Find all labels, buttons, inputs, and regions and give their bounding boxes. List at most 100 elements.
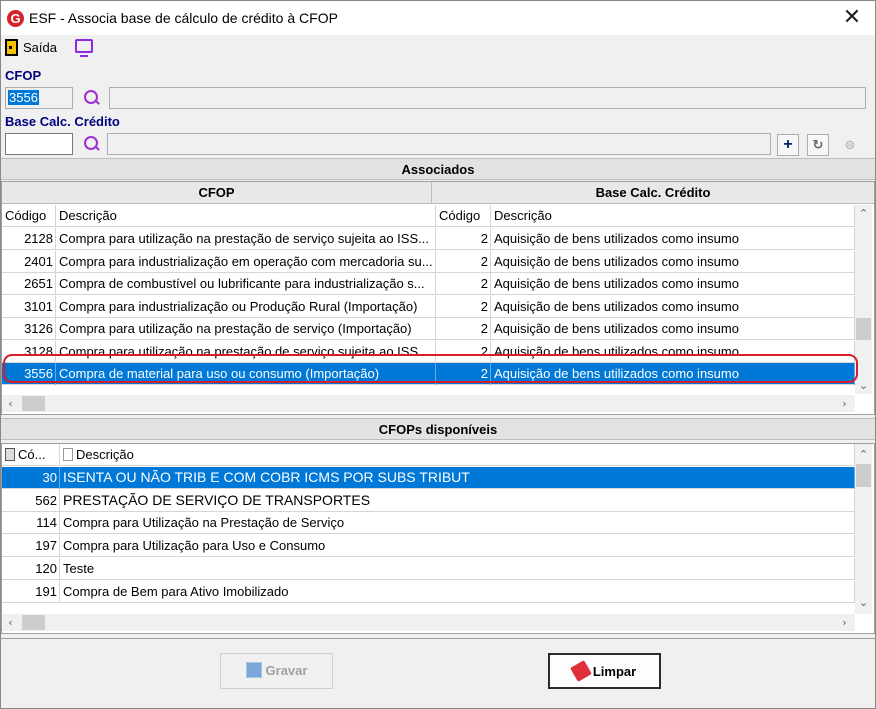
code-cell: 30 bbox=[2, 467, 60, 489]
base-description-cell: Aquisição de bens utilizados como insumo bbox=[491, 363, 855, 385]
code-cell: 191 bbox=[2, 580, 60, 603]
eraser-icon bbox=[569, 660, 592, 682]
cfop-description-cell: Compra para industrialização em operação… bbox=[56, 250, 436, 273]
scroll-thumb[interactable] bbox=[856, 464, 871, 487]
add-button[interactable]: + bbox=[777, 134, 799, 156]
scroll-thumb-horizontal[interactable] bbox=[22, 615, 45, 630]
associados-vertical-scrollbar[interactable]: ⌃ ⌄ bbox=[855, 205, 872, 394]
clear-button[interactable]: Limpar bbox=[548, 653, 661, 689]
cfop-description-field bbox=[109, 87, 866, 109]
description-cell: Compra de Bem para Ativo Imobilizado bbox=[60, 580, 855, 603]
cfop-code-cell: 2128 bbox=[2, 228, 56, 250]
description-cell: Compra para Utilização para Uso e Consum… bbox=[60, 535, 855, 558]
disponiveis-table-row[interactable]: 120 Teste bbox=[2, 557, 855, 580]
clear-filter-icon: ⊜ bbox=[844, 137, 856, 152]
col-header-code[interactable]: Có... bbox=[2, 444, 60, 466]
col-header-base-description[interactable]: Descrição bbox=[491, 205, 855, 227]
cfop-description-cell: Compra para utilização na prestação de s… bbox=[56, 340, 436, 363]
code-cell: 114 bbox=[2, 512, 60, 535]
save-icon bbox=[245, 662, 262, 678]
disponiveis-table-row[interactable]: 114 Compra para Utilização na Prestação d… bbox=[2, 512, 855, 535]
refresh-icon[interactable]: ↻ bbox=[807, 134, 829, 156]
base-description-cell: Aquisição de bens utilizados como insumo bbox=[491, 340, 855, 363]
associados-table-row[interactable]: 2128 Compra para utilização na prestação … bbox=[2, 228, 855, 250]
app-window: G ESF - Associa base de cálculo de crédi… bbox=[0, 0, 876, 709]
disponiveis-table-row[interactable]: 30 ISENTA OU NÃO TRIB E COM COBR ICMS POR… bbox=[2, 467, 855, 489]
disponiveis-grid: Có... Descrição 30 ISENTA OU NÃO TRIB E C… bbox=[1, 443, 875, 634]
disponiveis-table-row[interactable]: 197 Compra para Utilização para Uso e Con… bbox=[2, 535, 855, 558]
cfop-code-cell: 3128 bbox=[2, 340, 56, 363]
disponiveis-horizontal-scrollbar[interactable]: ‹ › bbox=[2, 614, 855, 631]
cfop-code-input[interactable]: 3556 bbox=[5, 87, 73, 109]
disponiveis-table-row[interactable]: 191 Compra de Bem para Ativo Imobilizado bbox=[2, 580, 855, 603]
close-icon[interactable]: ✕ bbox=[837, 3, 867, 33]
cfop-description-cell: Compra de material para uso ou consumo (… bbox=[56, 363, 436, 385]
associados-horizontal-scrollbar[interactable]: ‹ › bbox=[2, 395, 855, 412]
associados-table-row[interactable]: 3101 Compra para industrialização ou Prod… bbox=[2, 295, 855, 318]
col-header-cfop-description[interactable]: Descrição bbox=[56, 205, 436, 227]
description-cell: PRESTAÇÃO DE SERVIÇO DE TRANSPORTES bbox=[60, 489, 855, 512]
cfop-search-icon[interactable] bbox=[83, 89, 101, 107]
scroll-left-icon[interactable]: ‹ bbox=[2, 614, 19, 631]
associados-table-row[interactable]: 2401 Compra para industrialização em oper… bbox=[2, 250, 855, 273]
base-description-cell: Aquisição de bens utilizados como insumo bbox=[491, 318, 855, 340]
scroll-down-icon[interactable]: ⌄ bbox=[855, 377, 872, 394]
description-cell: Compra para Utilização na Prestação de S… bbox=[60, 512, 855, 535]
associados-table-row[interactable]: 3556 Compra de material para uso ou consu… bbox=[2, 363, 855, 385]
associados-table-row[interactable]: 3128 Compra para utilização na prestação … bbox=[2, 340, 855, 363]
scroll-up-icon[interactable]: ⌃ bbox=[855, 205, 872, 222]
scroll-left-icon[interactable]: ‹ bbox=[2, 395, 19, 412]
window-title: ESF - Associa base de cálculo de crédito… bbox=[29, 10, 338, 26]
base-code-cell: 2 bbox=[436, 228, 491, 250]
scroll-up-icon[interactable]: ⌃ bbox=[855, 446, 872, 463]
base-description-cell: Aquisição de bens utilizados como insumo bbox=[491, 273, 855, 295]
code-cell: 120 bbox=[2, 557, 60, 580]
cfop-description-cell: Compra para industrialização ou Produção… bbox=[56, 295, 436, 318]
cfop-code-cell: 3101 bbox=[2, 295, 56, 318]
base-calc-search-icon[interactable] bbox=[83, 135, 101, 153]
exit-door-icon[interactable] bbox=[5, 39, 18, 56]
toolbar: Saída bbox=[1, 35, 875, 61]
base-code-cell: 2 bbox=[436, 273, 491, 295]
associados-header: Associados bbox=[1, 158, 875, 180]
app-logo-icon: G bbox=[7, 10, 24, 27]
cfop-description-cell: Compra para utilização na prestação de s… bbox=[56, 318, 436, 340]
base-code-cell: 2 bbox=[436, 318, 491, 340]
description-cell: Teste bbox=[60, 557, 855, 580]
scroll-right-icon[interactable]: › bbox=[836, 395, 853, 412]
disponiveis-header: CFOPs disponíveis bbox=[1, 418, 875, 440]
disponiveis-vertical-scrollbar[interactable]: ⌃ ⌄ bbox=[855, 444, 872, 614]
cfop-description-cell: Compra de combustível ou lubrificante pa… bbox=[56, 273, 436, 295]
exit-button[interactable]: Saída bbox=[23, 40, 57, 55]
col-header-base-code[interactable]: Código bbox=[436, 205, 491, 227]
associados-table-row[interactable]: 2651 Compra de combustível ou lubrificant… bbox=[2, 273, 855, 295]
col-header-cfop-code[interactable]: Código bbox=[2, 205, 56, 227]
title-bar: G ESF - Associa base de cálculo de crédi… bbox=[1, 1, 875, 35]
base-description-cell: Aquisição de bens utilizados como insumo bbox=[491, 295, 855, 318]
associados-grid: CFOP Base Calc. Crédito Código Descrição… bbox=[1, 181, 875, 415]
cfop-code-cell: 3126 bbox=[2, 318, 56, 340]
scroll-thumb[interactable] bbox=[856, 318, 871, 340]
scroll-down-icon[interactable]: ⌄ bbox=[855, 594, 872, 611]
base-description-cell: Aquisição de bens utilizados como insumo bbox=[491, 228, 855, 250]
disponiveis-table-row[interactable]: 562 PRESTAÇÃO DE SERVIÇO DE TRANSPORTES bbox=[2, 489, 855, 512]
code-cell: 197 bbox=[2, 535, 60, 558]
scroll-thumb-horizontal[interactable] bbox=[22, 396, 45, 411]
base-code-cell: 2 bbox=[436, 340, 491, 363]
associados-table-row[interactable]: 3126 Compra para utilização na prestação … bbox=[2, 318, 855, 340]
scroll-right-icon[interactable]: › bbox=[836, 614, 853, 631]
monitor-icon[interactable] bbox=[75, 39, 93, 57]
cfop-code-cell: 2401 bbox=[2, 250, 56, 273]
base-calc-code-input[interactable] bbox=[5, 133, 73, 155]
key-column-icon bbox=[5, 448, 15, 461]
code-cell: 562 bbox=[2, 489, 60, 512]
save-button[interactable]: Gravar bbox=[220, 653, 333, 689]
footer-bar: Gravar Limpar bbox=[1, 638, 875, 708]
col-header-description[interactable]: Descrição bbox=[60, 444, 855, 466]
group-header-base-calc: Base Calc. Crédito bbox=[432, 182, 874, 204]
base-code-cell: 2 bbox=[436, 295, 491, 318]
document-icon bbox=[63, 448, 73, 461]
group-header-cfop: CFOP bbox=[2, 182, 432, 204]
base-code-cell: 2 bbox=[436, 363, 491, 385]
base-calc-label: Base Calc. Crédito bbox=[5, 114, 120, 129]
